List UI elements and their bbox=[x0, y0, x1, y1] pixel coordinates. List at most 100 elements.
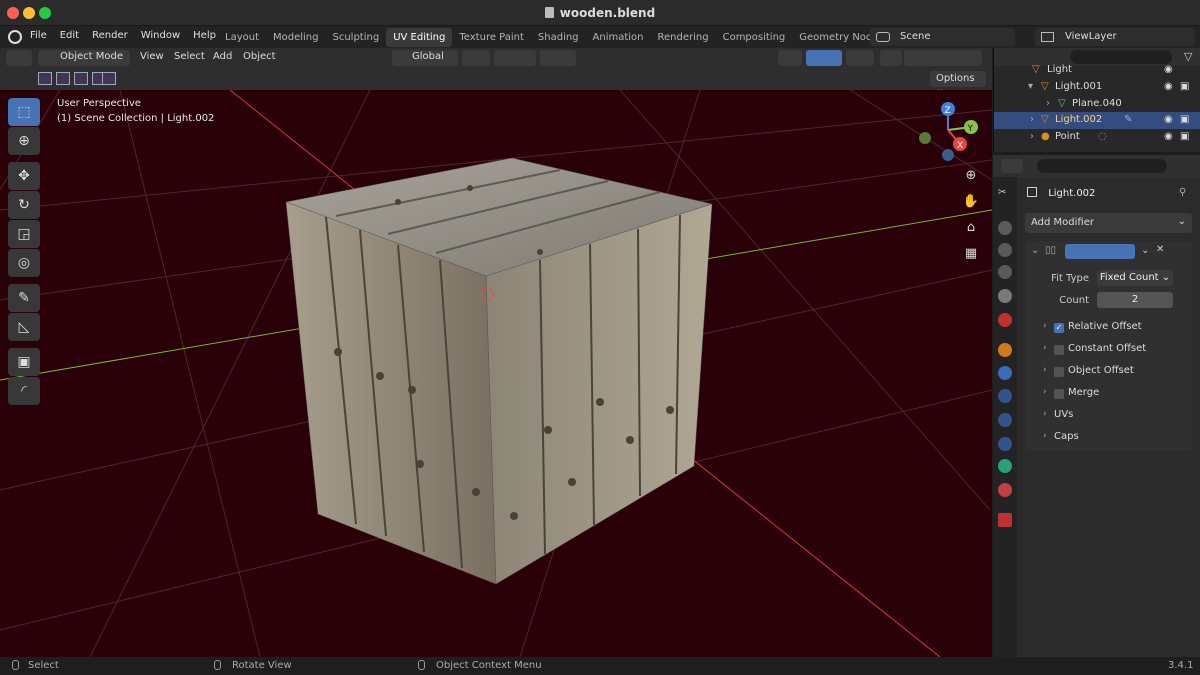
render-camera-icon[interactable]: ▣ bbox=[1180, 81, 1189, 92]
scale-tool-icon[interactable]: ◲ bbox=[8, 220, 40, 248]
tab-animation[interactable]: Animation bbox=[586, 28, 651, 47]
select-mode-intersect-icon[interactable] bbox=[102, 72, 116, 85]
add-modifier-button[interactable]: Add Modifier ⌄ bbox=[1025, 213, 1192, 233]
view-layer-tab-icon[interactable] bbox=[998, 265, 1012, 279]
expand-chevron-icon[interactable]: › bbox=[1030, 131, 1034, 142]
view-layer-selector[interactable]: ViewLayer bbox=[1035, 28, 1195, 46]
select-mode-new-icon[interactable] bbox=[38, 72, 52, 85]
object-offset-checkbox[interactable] bbox=[1054, 367, 1064, 377]
tab-shading[interactable]: Shading bbox=[531, 28, 586, 47]
object-tab-icon[interactable] bbox=[998, 343, 1012, 357]
particles-tab-icon[interactable] bbox=[998, 389, 1012, 403]
modifier-menu-chevron-icon[interactable]: ⌄ bbox=[1141, 245, 1149, 256]
render-camera-icon[interactable]: ▣ bbox=[1180, 131, 1189, 142]
texture-tab-icon[interactable] bbox=[998, 513, 1012, 527]
expand-chevron-icon[interactable]: › bbox=[1043, 365, 1047, 375]
tab-compositing[interactable]: Compositing bbox=[716, 28, 793, 47]
extra-tool-icon[interactable]: ◜ bbox=[8, 377, 40, 405]
move-tool-icon[interactable]: ✥ bbox=[8, 162, 40, 190]
menu-help[interactable]: Help bbox=[193, 30, 216, 41]
render-tab-icon[interactable] bbox=[998, 221, 1012, 235]
visibility-eye-icon[interactable]: ◉ bbox=[1164, 81, 1173, 92]
expand-chevron-icon[interactable]: › bbox=[1046, 98, 1050, 109]
snap-button[interactable] bbox=[494, 50, 536, 66]
modifier-wrench-tab-icon[interactable] bbox=[998, 366, 1012, 380]
gizmo-toggle-button[interactable] bbox=[806, 50, 842, 66]
output-tab-icon[interactable] bbox=[998, 243, 1012, 257]
fit-type-dropdown[interactable]: Fixed Count ⌄ bbox=[1097, 270, 1173, 286]
tab-texture-paint[interactable]: Texture Paint bbox=[452, 28, 531, 47]
world-tab-icon[interactable] bbox=[998, 313, 1012, 327]
options-dropdown[interactable]: Options ⌄ bbox=[930, 71, 986, 95]
pin-icon[interactable]: ⚲ bbox=[1179, 187, 1186, 198]
relative-offset-checkbox[interactable]: ✓ bbox=[1054, 323, 1064, 333]
select-box-tool-icon[interactable]: ⬚ bbox=[8, 98, 40, 126]
visibility-eye-icon[interactable]: ◉ bbox=[1164, 131, 1173, 142]
render-camera-icon[interactable]: ▣ bbox=[1180, 114, 1189, 125]
outliner-row-plane-040[interactable]: › ▽ Plane.040 bbox=[994, 96, 1200, 113]
select-mode-subtract-icon[interactable] bbox=[74, 72, 88, 85]
expand-chevron-icon[interactable]: › bbox=[1043, 343, 1047, 353]
tool-tab-icon[interactable]: ✂ bbox=[998, 187, 1012, 201]
expand-chevron-icon[interactable]: › bbox=[1030, 114, 1034, 125]
outliner-row-light-002[interactable]: › ▽ Light.002 ✎ ◉ ▣ bbox=[994, 112, 1200, 129]
annotate-tool-icon[interactable]: ✎ bbox=[8, 284, 40, 312]
pivot-point-button[interactable] bbox=[462, 50, 490, 66]
outliner-row-point[interactable]: › ● Point ◌ ◉ ▣ bbox=[994, 129, 1200, 146]
menu-render[interactable]: Render bbox=[92, 30, 128, 41]
uvs-subpanel[interactable]: UVs bbox=[1054, 409, 1073, 420]
editor-type-button[interactable] bbox=[1001, 159, 1023, 173]
wrench-modifier-icon[interactable]: ✎ bbox=[1124, 114, 1132, 125]
visibility-button[interactable] bbox=[778, 50, 802, 66]
tab-layout[interactable]: Layout bbox=[218, 28, 266, 47]
editor-type-button[interactable] bbox=[6, 50, 32, 66]
select-mode-extend-icon[interactable] bbox=[56, 72, 70, 85]
expand-chevron-icon[interactable]: › bbox=[1043, 387, 1047, 397]
gizmo-neg-y-handle[interactable] bbox=[919, 132, 931, 144]
pan-hand-icon[interactable]: ✋ bbox=[962, 194, 980, 212]
menu-edit[interactable]: Edit bbox=[60, 30, 79, 41]
3d-viewport[interactable]: Z Y X User Perspective (1) Scene Collect… bbox=[0, 90, 992, 657]
properties-search-input[interactable] bbox=[1037, 159, 1167, 173]
shading-mode-buttons[interactable] bbox=[904, 50, 982, 66]
scene-selector[interactable]: Scene bbox=[870, 28, 1015, 46]
tab-rendering[interactable]: Rendering bbox=[651, 28, 716, 47]
navigation-gizmo[interactable]: Z Y X bbox=[919, 102, 978, 161]
caps-subpanel[interactable]: Caps bbox=[1054, 431, 1079, 442]
xray-toggle-button[interactable] bbox=[880, 50, 902, 66]
proportional-edit-button[interactable] bbox=[540, 50, 576, 66]
cursor-tool-icon[interactable]: ⊕ bbox=[8, 127, 40, 155]
camera-view-icon[interactable]: ⌂ bbox=[962, 220, 980, 238]
menu-file[interactable]: File bbox=[30, 30, 47, 41]
expand-chevron-icon[interactable]: › bbox=[1043, 409, 1047, 419]
merge-checkbox[interactable] bbox=[1054, 389, 1064, 399]
add-cube-tool-icon[interactable]: ▣ bbox=[8, 348, 40, 376]
collapse-chevron-icon[interactable]: ⌄ bbox=[1031, 245, 1039, 256]
data-tab-icon[interactable] bbox=[998, 459, 1012, 473]
modifier-display-toggles[interactable] bbox=[1065, 244, 1135, 259]
wooden-cube[interactable] bbox=[285, 157, 713, 585]
visibility-eye-icon[interactable]: ◉ bbox=[1164, 64, 1173, 75]
material-tab-icon[interactable] bbox=[998, 483, 1012, 497]
measure-tool-icon[interactable]: ◺ bbox=[8, 313, 40, 341]
visibility-eye-icon[interactable]: ◉ bbox=[1164, 114, 1173, 125]
count-field[interactable]: 2 bbox=[1097, 292, 1173, 308]
zoom-icon[interactable]: ⊕ bbox=[962, 168, 980, 186]
blender-logo-icon[interactable] bbox=[8, 30, 22, 44]
tab-uv-editing[interactable]: UV Editing bbox=[386, 28, 453, 47]
menu-window[interactable]: Window bbox=[141, 30, 180, 41]
expand-chevron-icon[interactable]: › bbox=[1043, 321, 1047, 331]
overlay-toggle-button[interactable] bbox=[846, 50, 874, 66]
expand-chevron-icon[interactable]: ▾ bbox=[1028, 81, 1033, 92]
add-menu[interactable]: Add bbox=[213, 51, 232, 62]
remove-modifier-icon[interactable]: ✕ bbox=[1156, 244, 1164, 255]
outliner-row-light[interactable]: ▽ Light ◉ bbox=[994, 62, 1200, 79]
view-menu[interactable]: View bbox=[140, 51, 164, 62]
scene-tab-icon[interactable] bbox=[998, 289, 1012, 303]
outliner-row-light-001[interactable]: ▾ ▽ Light.001 ◉ ▣ bbox=[994, 79, 1200, 96]
tab-sculpting[interactable]: Sculpting bbox=[326, 28, 387, 47]
physics-tab-icon[interactable] bbox=[998, 413, 1012, 427]
select-menu[interactable]: Select bbox=[174, 51, 205, 62]
object-menu[interactable]: Object bbox=[243, 51, 276, 62]
transform-tool-icon[interactable]: ◎ bbox=[8, 249, 40, 277]
